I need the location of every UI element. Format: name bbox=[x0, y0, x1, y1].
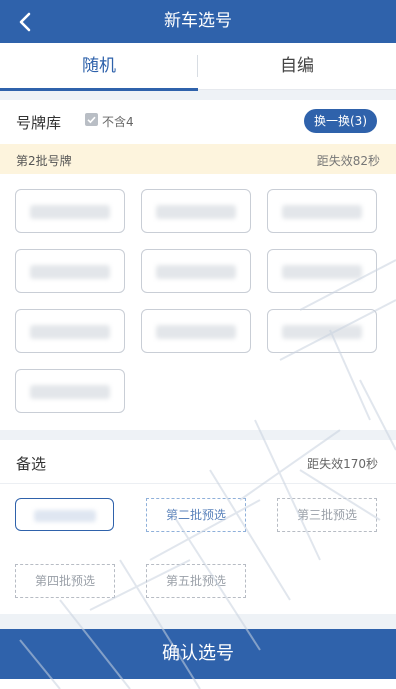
top-navbar: 新车选号 bbox=[0, 0, 396, 43]
bottom-safe-area bbox=[0, 679, 396, 689]
check-icon bbox=[87, 116, 96, 124]
divider bbox=[0, 483, 396, 484]
exclude-four-label: 不含4 bbox=[102, 115, 134, 129]
plate-option[interactable] bbox=[267, 189, 377, 233]
exclude-four-checkbox[interactable] bbox=[85, 113, 98, 126]
plate-pool-header: 号牌库 不含4 换一换(3) bbox=[0, 100, 396, 142]
backup-section: 备选 距失效170秒 第二批预选 第三批预选 第四批预选 第五批预选 bbox=[0, 440, 396, 614]
backup-title: 备选 bbox=[16, 455, 47, 473]
batch-countdown: 距失效82秒 bbox=[316, 154, 380, 168]
plate-option[interactable] bbox=[141, 189, 251, 233]
backup-slot-second[interactable]: 第二批预选 bbox=[146, 498, 246, 532]
tab-random[interactable]: 随机 bbox=[0, 43, 198, 91]
page-title: 新车选号 bbox=[164, 11, 232, 31]
swap-button[interactable]: 换一换(3) bbox=[304, 109, 377, 133]
plate-option[interactable] bbox=[267, 309, 377, 353]
backup-slot-fifth[interactable]: 第五批预选 bbox=[146, 564, 246, 598]
backup-slot-first[interactable] bbox=[15, 498, 114, 531]
plate-option[interactable] bbox=[15, 309, 125, 353]
batch-info-bar: 第2批号牌 距失效82秒 bbox=[0, 144, 396, 174]
plate-option[interactable] bbox=[141, 309, 251, 353]
batch-name: 第2批号牌 bbox=[16, 154, 72, 168]
plate-option[interactable] bbox=[15, 249, 125, 293]
plate-pool-section: 号牌库 不含4 换一换(3) 第2批号牌 距失效82秒 bbox=[0, 100, 396, 430]
plate-option[interactable] bbox=[141, 249, 251, 293]
plate-option[interactable] bbox=[15, 189, 125, 233]
tab-custom[interactable]: 自编 bbox=[198, 43, 396, 89]
backup-slot-fourth[interactable]: 第四批预选 bbox=[15, 564, 115, 598]
confirm-selection-button[interactable]: 确认选号 bbox=[0, 629, 396, 679]
plate-pool-title: 号牌库 bbox=[16, 114, 62, 132]
backup-slot-third[interactable]: 第三批预选 bbox=[277, 498, 377, 532]
plate-option[interactable] bbox=[267, 249, 377, 293]
backup-countdown: 距失效170秒 bbox=[307, 457, 378, 471]
tab-bar: 随机 自编 bbox=[0, 43, 396, 91]
plate-option[interactable] bbox=[15, 369, 125, 413]
